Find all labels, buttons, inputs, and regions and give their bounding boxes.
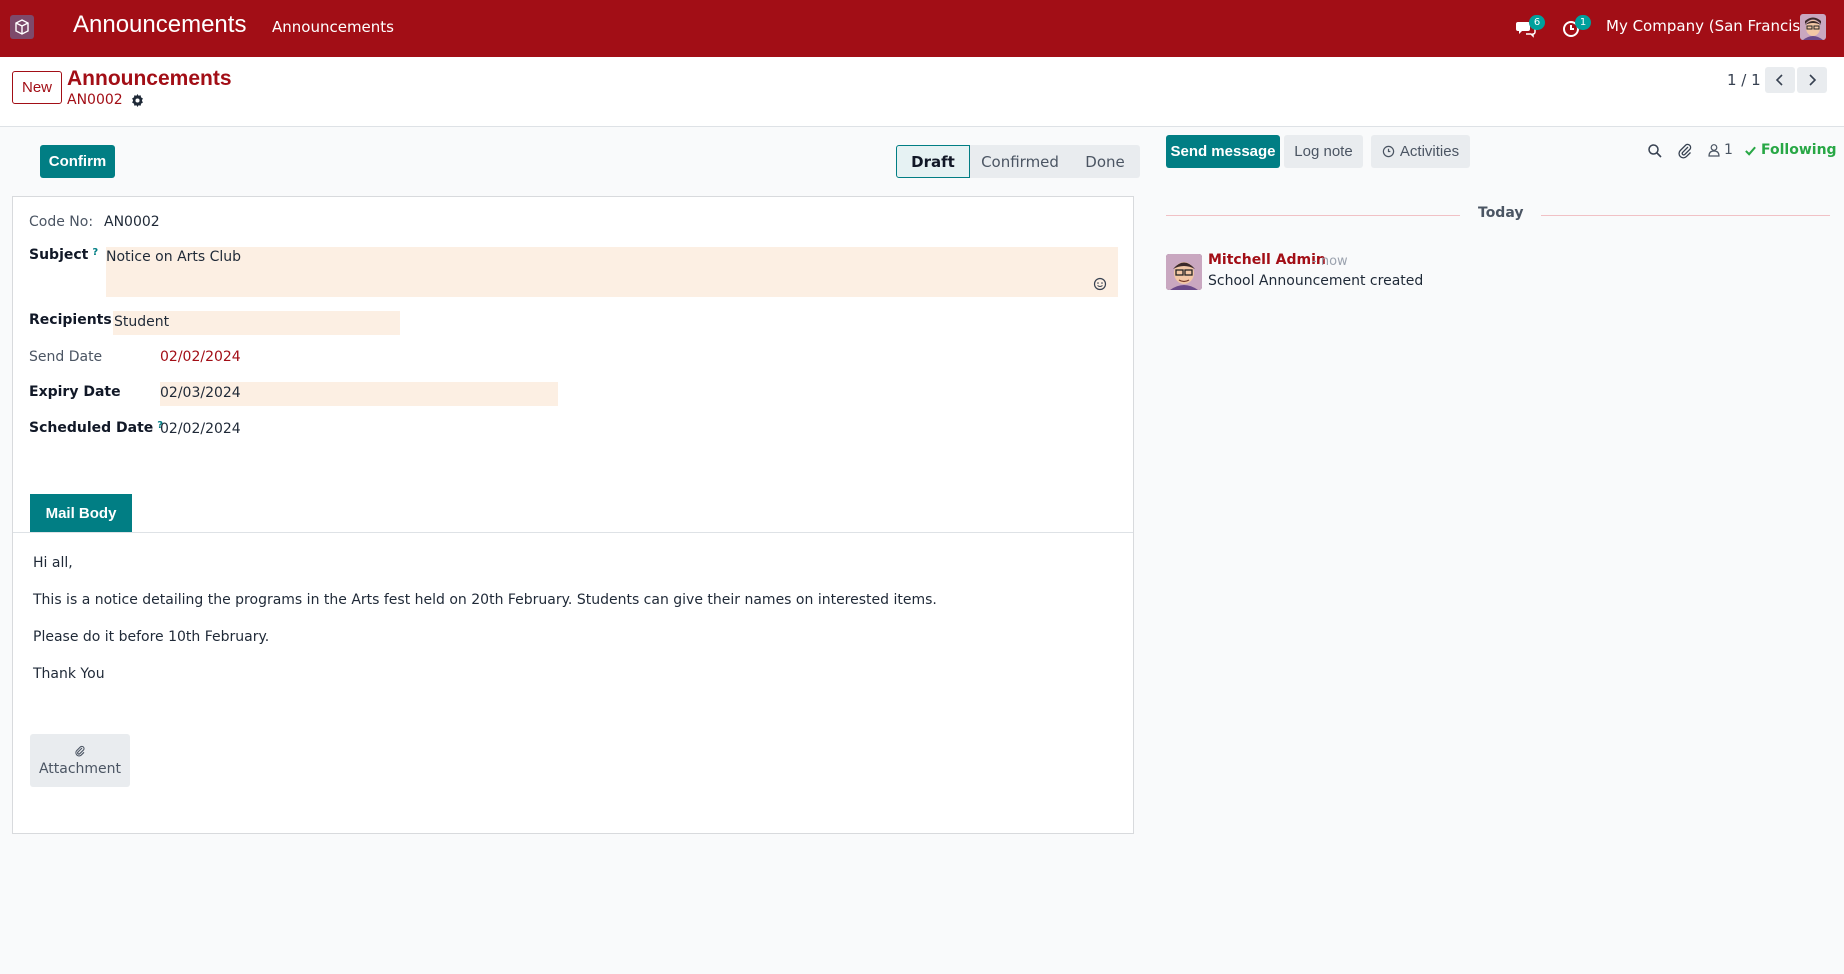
mail-body-line[interactable]: Please do it before 10th February. [33,629,269,645]
scheduled-date-value[interactable]: 02/02/2024 [160,421,241,437]
form-sheet: Code No: AN0002 Subject? Notice on Arts … [12,196,1134,834]
confirm-button[interactable]: Confirm [40,145,115,178]
following-label: Following [1761,142,1837,158]
subject-label: Subject? [29,247,98,263]
paperclip-icon [1678,143,1692,159]
user-icon [1708,144,1720,157]
expiry-date-value[interactable]: 02/03/2024 [160,385,241,401]
following-toggle[interactable]: Following [1744,142,1837,158]
pager-next-button[interactable] [1797,67,1827,93]
stage-done[interactable]: Done [1070,145,1140,178]
mail-body-line[interactable]: Thank You [33,666,105,682]
menu-item-announcements[interactable]: Announcements [272,18,394,36]
gear-icon[interactable] [131,93,144,107]
user-avatar[interactable] [1800,14,1826,40]
recipients-value[interactable]: Student [114,314,169,330]
status-stages: Draft Confirmed Done [896,145,1140,178]
chevron-left-icon [1775,74,1783,86]
activities-button[interactable]: 1 [1562,15,1591,40]
pager-value[interactable]: 1 / 1 [1727,71,1761,89]
activities-label: Activities [1399,143,1460,160]
breadcrumb-title[interactable]: Announcements [67,67,232,91]
stage-confirmed[interactable]: Confirmed [970,145,1070,178]
stage-draft[interactable]: Draft [896,145,970,178]
control-panel: New Announcements AN0002 1 / 1 [0,57,1844,127]
message-author-avatar[interactable] [1166,254,1202,290]
emoji-icon[interactable] [1093,277,1107,291]
app-title[interactable]: Announcements [73,11,246,39]
new-button[interactable]: New [12,71,62,104]
expiry-date-label: Expiry Date [29,384,121,400]
activities-badge: 1 [1575,15,1591,30]
send-date-label: Send Date [29,349,103,365]
app-switcher-icon[interactable] [10,15,34,39]
send-message-button[interactable]: Send message [1166,135,1280,168]
record-reference: AN0002 [67,92,123,108]
company-switcher[interactable]: My Company (San Francisco) [1606,17,1823,35]
search-icon [1648,144,1662,158]
paperclip-icon [75,745,85,756]
message-author[interactable]: Mitchell Admin [1208,252,1326,268]
mail-body-line[interactable]: This is a notice detailing the programs … [33,592,937,608]
date-separator: Today [1460,205,1542,221]
activities-button-chatter[interactable]: Activities [1371,135,1470,168]
messages-button[interactable]: 6 [1516,15,1545,40]
top-navbar: Announcements Announcements 6 1 My Compa… [0,0,1844,57]
tab-mail-body[interactable]: Mail Body [30,494,132,532]
attachment-button[interactable]: Attachment [30,734,130,787]
subject-label-text: Subject [29,247,89,263]
recipients-label: Recipients [29,312,112,328]
check-icon [1745,146,1756,156]
message-body: School Announcement created [1208,273,1424,289]
followers-button[interactable]: 1 [1707,142,1733,158]
subject-field[interactable] [106,247,1118,297]
breadcrumb-record: AN0002 [67,92,144,108]
followers-count: 1 [1724,142,1733,158]
scheduled-date-label: Scheduled Date? [29,420,163,436]
subject-help-icon[interactable]: ? [92,247,98,258]
send-date-value[interactable]: 02/02/2024 [160,349,241,365]
chevron-right-icon [1809,74,1817,86]
attachments-button[interactable] [1677,143,1695,161]
message-time: - now [1312,254,1348,269]
subject-value[interactable]: Notice on Arts Club [106,249,241,265]
scheduled-date-label-text: Scheduled Date [29,420,154,436]
clock-icon [1382,145,1395,158]
search-messages-button[interactable] [1647,143,1665,161]
messages-badge: 6 [1529,15,1545,30]
code-value: AN0002 [104,214,160,230]
code-label: Code No: [29,214,94,230]
mail-body-line[interactable]: Hi all, [33,555,73,571]
log-note-button[interactable]: Log note [1284,135,1363,168]
attachment-label: Attachment [38,760,122,777]
pager-previous-button[interactable] [1765,67,1795,93]
tab-divider [13,532,1133,533]
